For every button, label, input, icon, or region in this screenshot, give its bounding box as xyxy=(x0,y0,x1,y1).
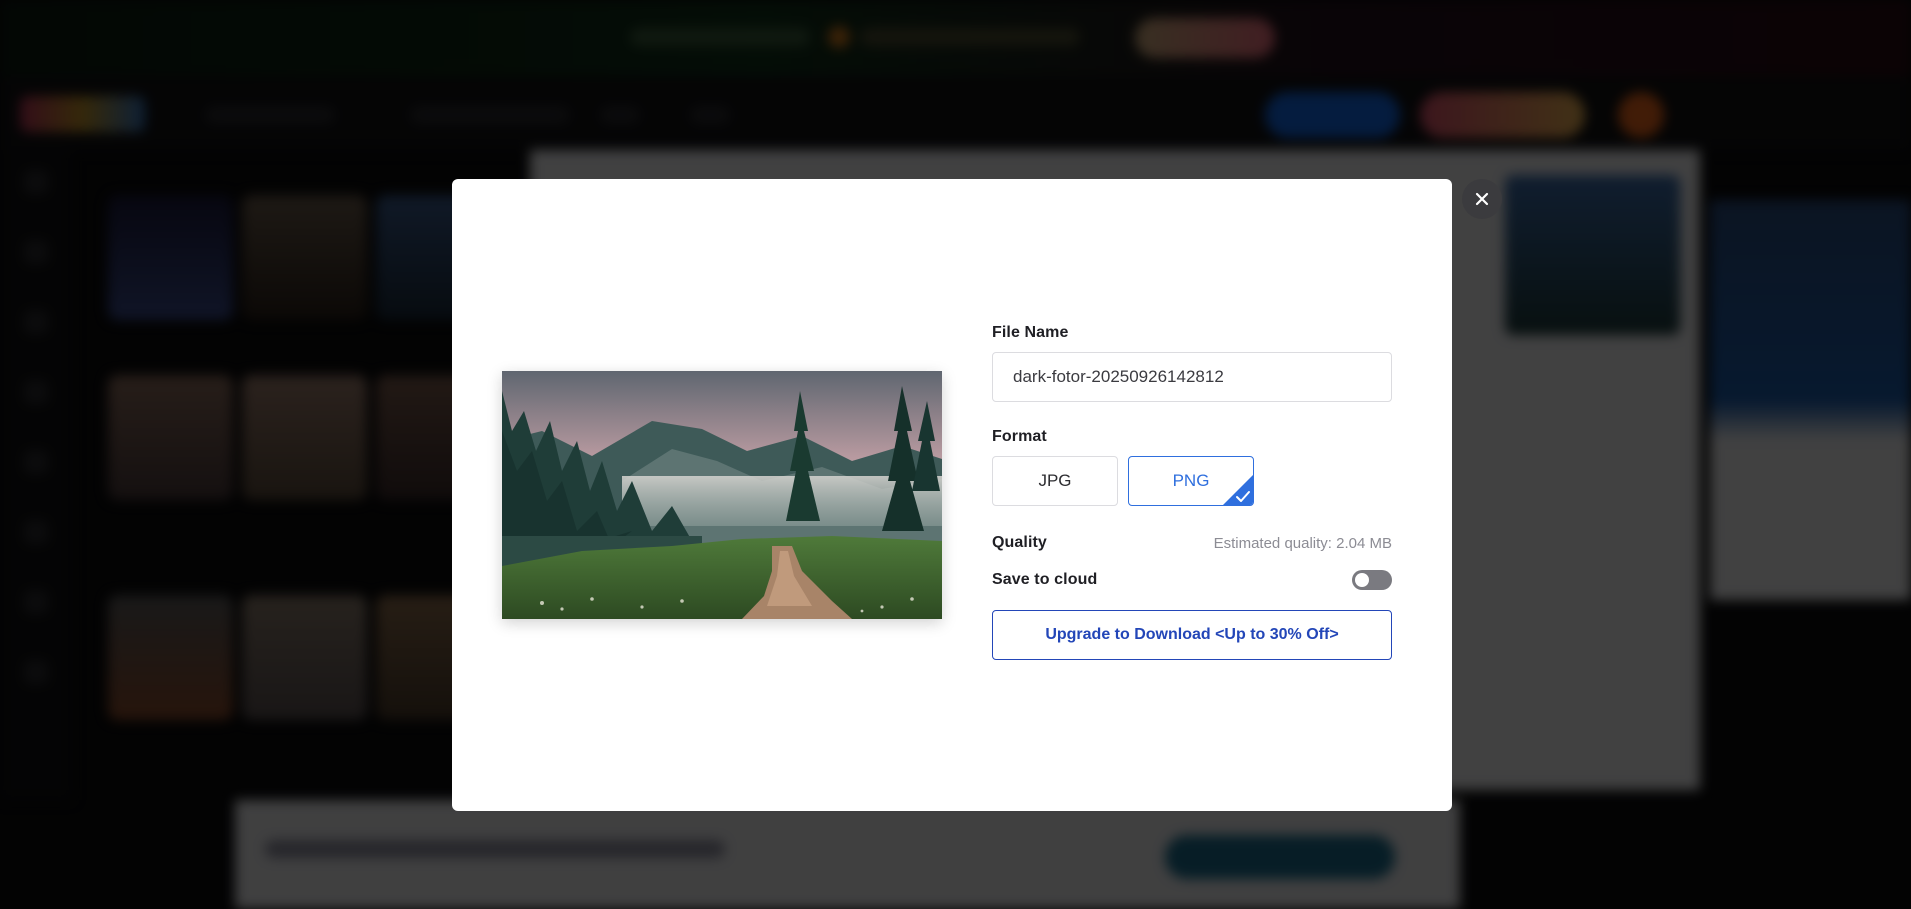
format-label: Format xyxy=(992,428,1047,445)
selected-check-icon xyxy=(1223,475,1253,505)
format-option-jpg[interactable]: JPG xyxy=(992,456,1118,506)
close-icon xyxy=(1475,192,1489,206)
save-to-cloud-toggle[interactable] xyxy=(1352,570,1392,590)
download-form: File Name Format JPG PNG Quality Estimat… xyxy=(992,324,1392,660)
quality-row: Quality Estimated quality: 2.04 MB xyxy=(992,534,1392,552)
format-option-label: PNG xyxy=(1172,471,1210,490)
format-option-label: JPG xyxy=(1038,471,1072,490)
save-to-cloud-row: Save to cloud xyxy=(992,570,1392,590)
toggle-knob xyxy=(1355,573,1369,587)
close-button[interactable] xyxy=(1462,179,1502,219)
format-options: JPG PNG xyxy=(992,456,1392,506)
image-preview xyxy=(502,371,942,619)
quality-estimate: Estimated quality: 2.04 MB xyxy=(1213,534,1392,552)
file-name-input[interactable] xyxy=(992,352,1392,402)
save-to-cloud-label: Save to cloud xyxy=(992,571,1098,588)
upgrade-download-button[interactable]: Upgrade to Download <Up to 30% Off> xyxy=(992,610,1392,660)
quality-label: Quality xyxy=(992,534,1047,551)
format-option-png[interactable]: PNG xyxy=(1128,456,1254,506)
download-dialog: File Name Format JPG PNG Quality Estimat… xyxy=(452,179,1452,811)
forest-mountain-path-photo xyxy=(502,371,942,619)
file-name-label: File Name xyxy=(992,324,1069,341)
